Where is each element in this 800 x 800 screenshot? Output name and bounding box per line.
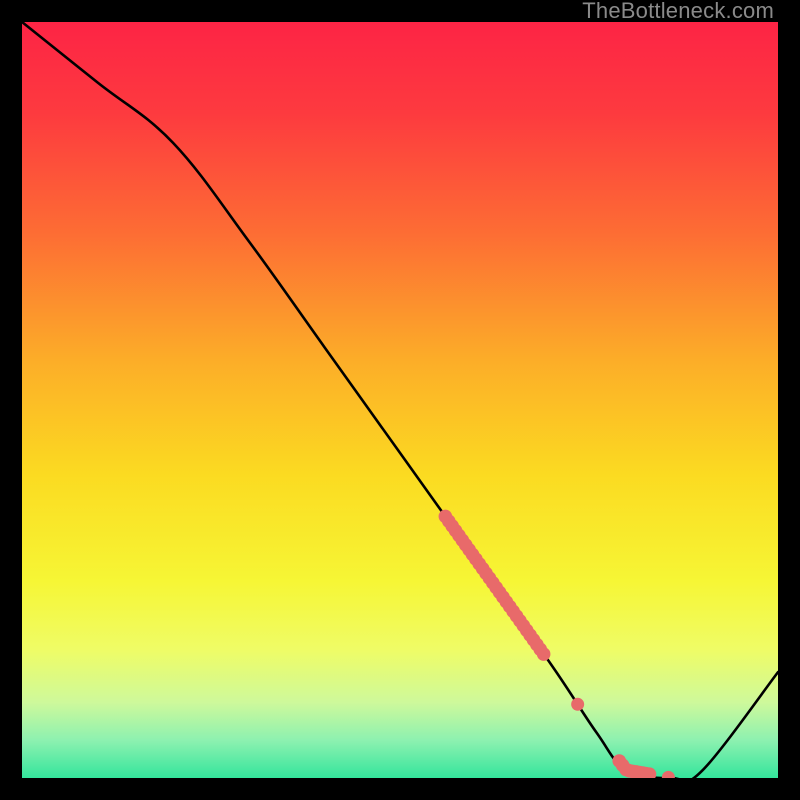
- plot-area: [22, 22, 778, 778]
- watermark-text: TheBottleneck.com: [582, 0, 774, 22]
- data-marker: [662, 771, 675, 778]
- chart-stage: TheBottleneck.com: [0, 0, 800, 800]
- curve-layer: [22, 22, 778, 778]
- data-marker: [571, 698, 584, 711]
- data-markers: [439, 510, 675, 778]
- bottleneck-curve: [22, 22, 778, 778]
- data-marker: [537, 647, 551, 661]
